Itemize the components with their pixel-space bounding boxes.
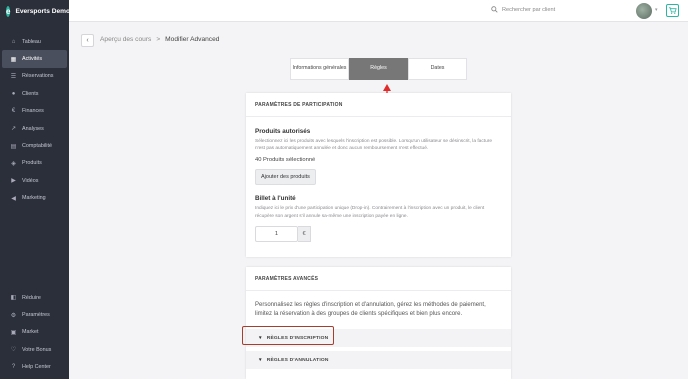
tab-informations-generales[interactable]: Informations générales (290, 58, 349, 80)
list-icon: ☰ (10, 73, 17, 80)
heart-icon: ♡ (10, 347, 17, 354)
sidebar-item-label: Comptabilité (22, 143, 52, 150)
euro-icon: € (11, 108, 16, 115)
sidebar-item-label: Tableau (22, 38, 41, 45)
sidebar-item-comptabilite[interactable]: ▤ Comptabilité (2, 137, 67, 154)
eversports-logo: e (6, 5, 11, 17)
breadcrumb-parent[interactable]: Aperçu des cours (100, 36, 151, 43)
sidebar-nav: ⌂ Tableau ▦ Activités ☰ Réservations ● C… (0, 33, 69, 207)
sidebar-item-label: Votre Bonus (22, 346, 52, 353)
tab-bar: Informations générales Règles Dates (290, 58, 467, 80)
participation-card: PARAMÈTRES DE PARTICIPATION Produits aut… (246, 93, 511, 257)
participation-header: PARAMÈTRES DE PARTICIPATION (246, 93, 511, 117)
help-icon: ? (11, 364, 16, 371)
sidebar-item-label: Marketing (22, 195, 46, 202)
sidebar-item-finances[interactable]: € Finances (2, 103, 67, 120)
tab-label: Dates (430, 65, 445, 72)
advanced-description: Personnalisez les règles d'inscription e… (255, 302, 486, 317)
sidebar-item-clients[interactable]: ● Clients (2, 85, 67, 102)
topbar: Rechercher par client ▾ (69, 0, 688, 22)
sidebar-item-tableau[interactable]: ⌂ Tableau (2, 33, 67, 50)
document-icon: ▤ (10, 143, 17, 150)
sidebar-item-produits[interactable]: ◈ Produits (2, 155, 67, 172)
sidebar-item-label: Market (22, 329, 39, 336)
sidebar-item-label: Produits (22, 160, 42, 167)
sidebar-item-marketing[interactable]: ◀ Marketing (2, 190, 67, 207)
sidebar-item-videos[interactable]: ▶ Vidéos (2, 172, 67, 189)
sidebar-item-label: Help Center (22, 364, 51, 371)
cart-icon (668, 7, 677, 14)
sidebar-item-label: Réservations (22, 73, 54, 80)
cart-button[interactable] (666, 4, 679, 17)
brand[interactable]: e Eversports Demo (0, 0, 71, 22)
price-input[interactable]: 1 (255, 225, 298, 242)
sidebar-item-market[interactable]: ▣ Market (2, 324, 67, 341)
sidebar-item-label: Vidéos (22, 177, 39, 184)
store-icon: ▣ (10, 329, 17, 336)
annotation-highlight-box (242, 326, 334, 345)
megaphone-icon: ◀ (11, 195, 16, 202)
sidebar-item-label: Paramètres (22, 312, 50, 319)
ticket-title: Billet à l'unité (255, 195, 296, 203)
breadcrumb: Aperçu des cours > Modifier Advanced (100, 36, 219, 43)
sidebar-item-label: Clients (22, 90, 39, 97)
tab-label: Règles (370, 65, 387, 72)
search-input[interactable]: Rechercher par client (502, 7, 555, 13)
sidebar-item-parametres[interactable]: ⚙ Paramètres (2, 306, 67, 323)
chevron-down-icon: ▾ (259, 357, 262, 363)
ticket-description: Indiquez ici le prix d'une participation… (255, 206, 485, 219)
collapse-icon: ◧ (10, 295, 17, 302)
sidebar-item-label: Analyses (22, 125, 44, 132)
breadcrumb-current: Modifier Advanced (165, 36, 220, 43)
price-field: 1 € (255, 225, 502, 242)
avatar[interactable] (636, 3, 652, 19)
search-icon (491, 6, 498, 13)
add-products-button[interactable]: Ajouter des produits (255, 169, 316, 186)
search-bar[interactable]: Rechercher par client (491, 6, 555, 13)
currency-addon: € (298, 225, 311, 242)
sidebar-item-analyses[interactable]: ↗ Analyses (2, 120, 67, 137)
accordion-label: RÈGLES D'ANNULATION (266, 357, 329, 363)
accordion-cancellation-rules[interactable]: ▾ RÈGLES D'ANNULATION (246, 351, 511, 369)
sidebar-item-label: Finances (22, 108, 44, 115)
sidebar: e Eversports Demo ⌂ Tableau ▦ Activités … (0, 0, 71, 379)
sidebar-item-label: Activités (22, 56, 43, 63)
sidebar-item-reduire[interactable]: ◧ Réduire (2, 289, 67, 306)
advanced-header: PARAMÈTRES AVANCÉS (246, 267, 511, 291)
back-button[interactable]: ‹ (81, 34, 94, 47)
sidebar-item-votre-bonus[interactable]: ♡ Votre Bonus (2, 341, 67, 358)
sidebar-item-activites[interactable]: ▦ Activités (2, 50, 67, 68)
chevron-down-icon[interactable]: ▾ (655, 7, 658, 13)
app-name: Eversports Demo (15, 7, 71, 15)
sidebar-bottom-nav: ◧ Réduire ⚙ Paramètres ▣ Market ♡ Votre … (0, 289, 69, 376)
sidebar-item-reservations[interactable]: ☰ Réservations (2, 68, 67, 85)
products-count: 40 Produits sélectionné (255, 157, 316, 164)
activity-icon: ▦ (10, 56, 17, 63)
sidebar-item-help-center[interactable]: ? Help Center (2, 359, 67, 376)
tab-label: Informations générales (292, 65, 347, 72)
gear-icon: ⚙ (10, 312, 17, 319)
products-title: Produits autorisés (255, 128, 311, 135)
tab-regles[interactable]: Règles (349, 58, 408, 80)
home-icon: ⌂ (11, 38, 16, 45)
chevron-left-icon: ‹ (86, 37, 89, 44)
user-icon: ● (11, 90, 16, 97)
sidebar-item-label: Réduire (22, 294, 41, 301)
products-description: Sélectionnez ici les produits avec lesqu… (255, 139, 492, 152)
chart-icon: ↗ (10, 126, 17, 133)
advanced-card: PARAMÈTRES AVANCÉS Personnalisez les règ… (246, 267, 511, 379)
breadcrumb-separator: > (156, 36, 161, 43)
tag-icon: ◈ (11, 160, 16, 167)
tab-dates[interactable]: Dates (408, 58, 467, 80)
play-icon: ▶ (11, 178, 16, 185)
